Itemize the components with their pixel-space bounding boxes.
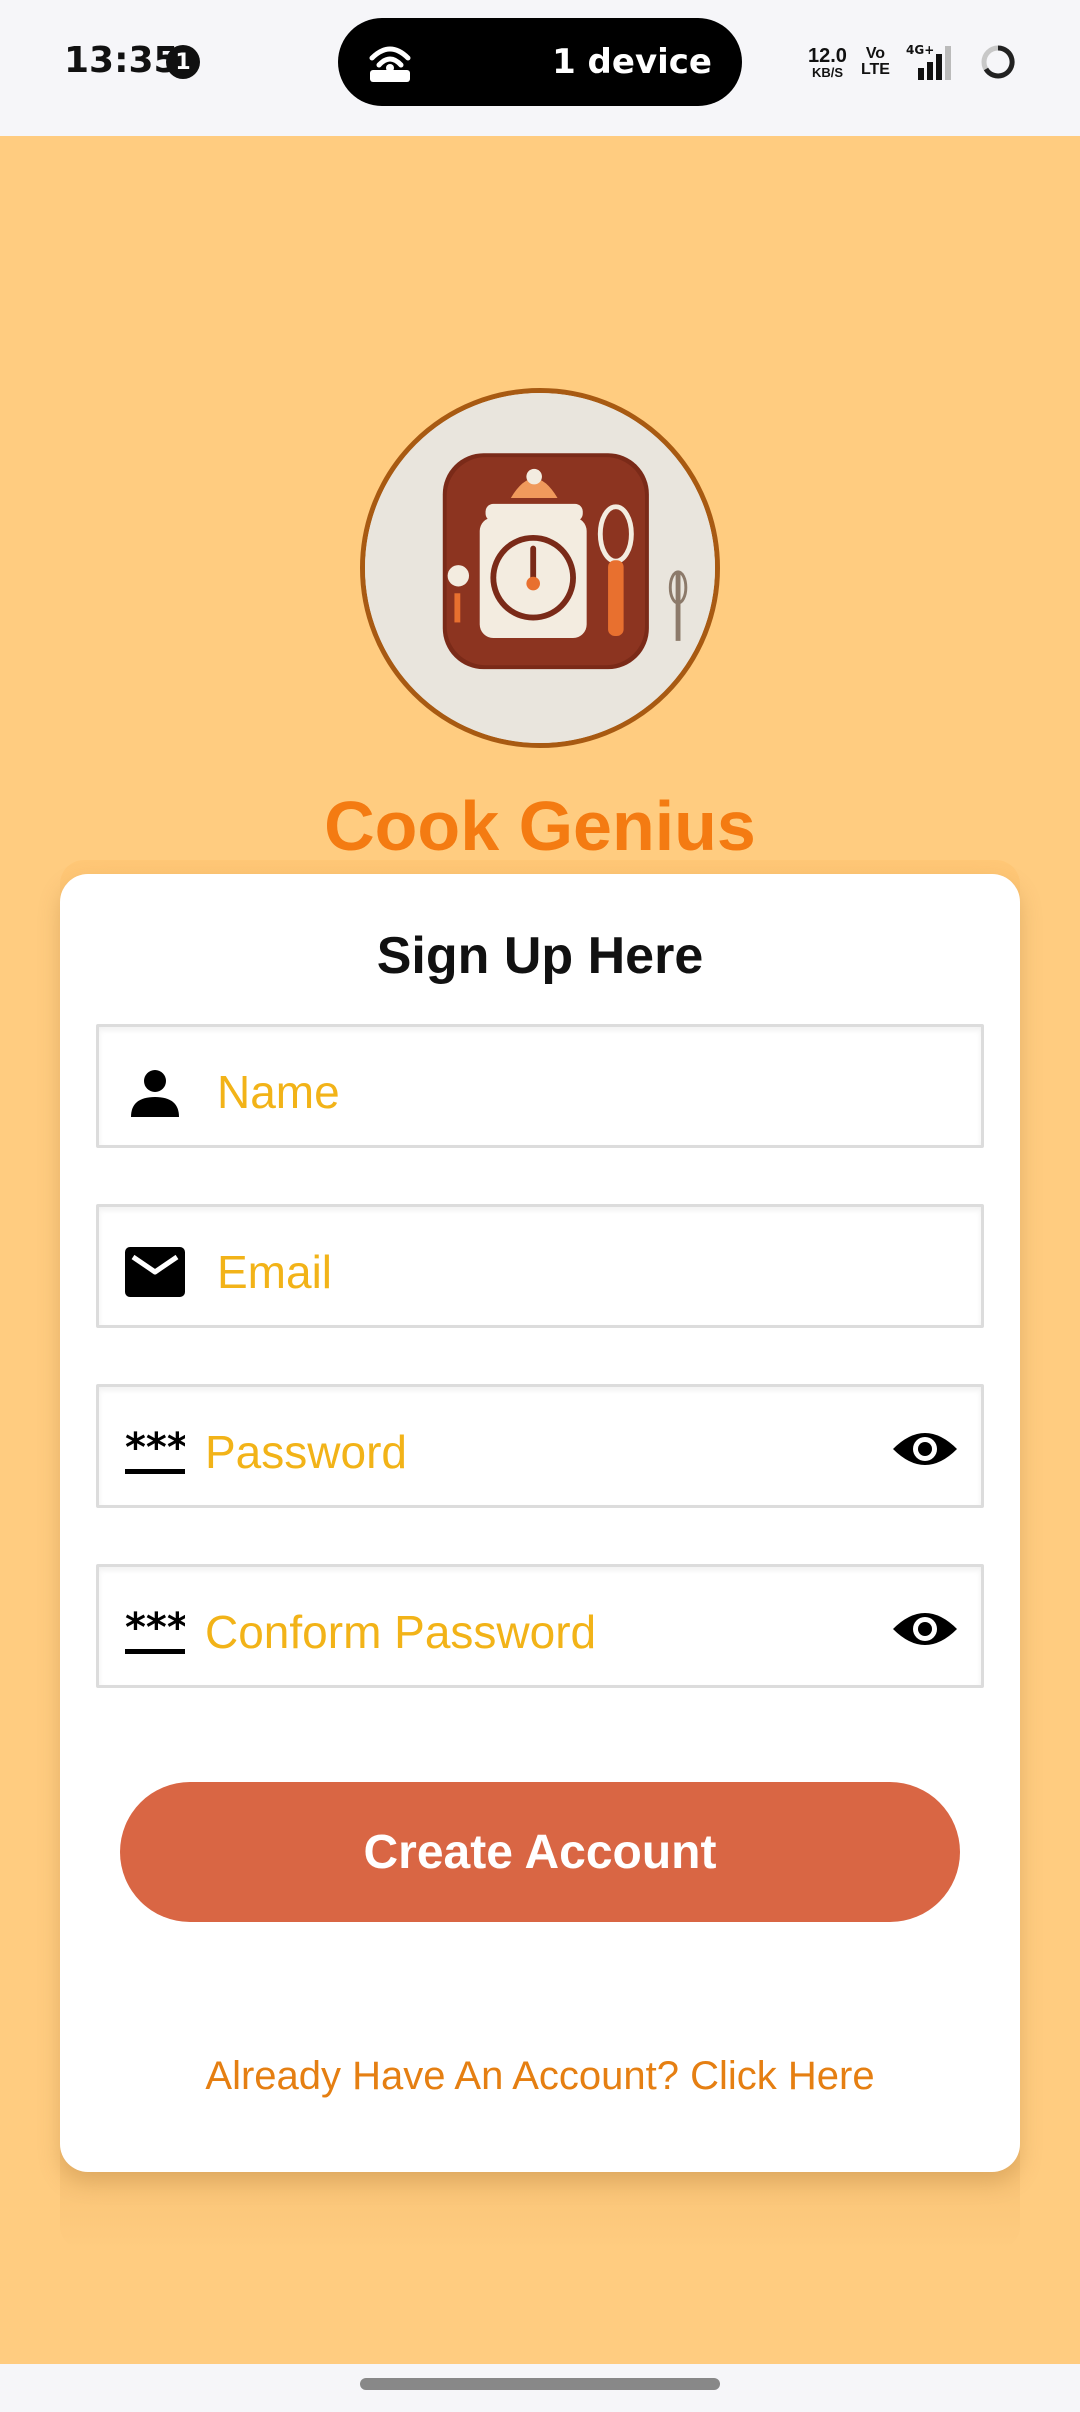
- volte-bottom: LTE: [860, 61, 890, 78]
- password-icon: ***: [125, 1427, 185, 1474]
- svg-text:***: ***: [125, 1607, 185, 1651]
- svg-text:***: ***: [125, 1427, 185, 1471]
- net-speed: 12.0 KB/S: [808, 46, 847, 79]
- confirm-password-field[interactable]: *** Conform Password: [96, 1564, 984, 1688]
- confirm-password-placeholder: Conform Password: [205, 1606, 597, 1658]
- eye-icon[interactable]: [891, 1607, 959, 1651]
- hotspot-text: 1 device: [552, 42, 712, 82]
- volte-indicator: Vo LTE: [861, 46, 890, 78]
- create-account-button[interactable]: Create Account: [120, 1782, 960, 1922]
- app-logo: [360, 388, 720, 748]
- password-icon: ***: [125, 1607, 185, 1654]
- battery-icon: [981, 45, 1015, 79]
- status-icons: 12.0 KB/S Vo LTE 4G+: [808, 38, 1018, 86]
- status-bar: 13:35 1 1 device 12.0 KB/S Vo LTE 4G+: [0, 0, 1080, 136]
- home-indicator[interactable]: [360, 2378, 720, 2390]
- eye-icon[interactable]: [891, 1427, 959, 1471]
- hotspot-icon: [369, 46, 411, 82]
- name-placeholder: Name: [217, 1066, 340, 1118]
- net-speed-value: 12.0: [808, 44, 847, 67]
- kitchen-timer-logo-icon: [365, 393, 715, 743]
- status-time: 13:35: [64, 40, 179, 81]
- person-icon: [131, 1070, 179, 1117]
- login-link[interactable]: Already Have An Account? Click Here: [60, 2054, 1020, 2099]
- net-speed-unit: KB/S: [811, 64, 843, 80]
- email-placeholder: Email: [217, 1246, 333, 1298]
- navigation-bar: [0, 2364, 1080, 2412]
- signal-icon: 4G+: [906, 43, 951, 80]
- mail-icon: [125, 1247, 185, 1297]
- name-field[interactable]: Name: [96, 1024, 984, 1148]
- signup-card: Sign Up Here Name Email *** Password ***: [60, 874, 1020, 2172]
- hotspot-indicator[interactable]: 1 device: [338, 18, 742, 106]
- password-placeholder: Password: [205, 1426, 407, 1478]
- volte-top: Vo: [865, 45, 886, 62]
- password-field[interactable]: *** Password: [96, 1384, 984, 1508]
- notification-badge: 1: [166, 45, 200, 79]
- signup-title: Sign Up Here: [376, 927, 704, 985]
- network-type: 4G+: [906, 43, 934, 57]
- email-field[interactable]: Email: [96, 1204, 984, 1328]
- app-name: Cook Genius: [324, 787, 756, 865]
